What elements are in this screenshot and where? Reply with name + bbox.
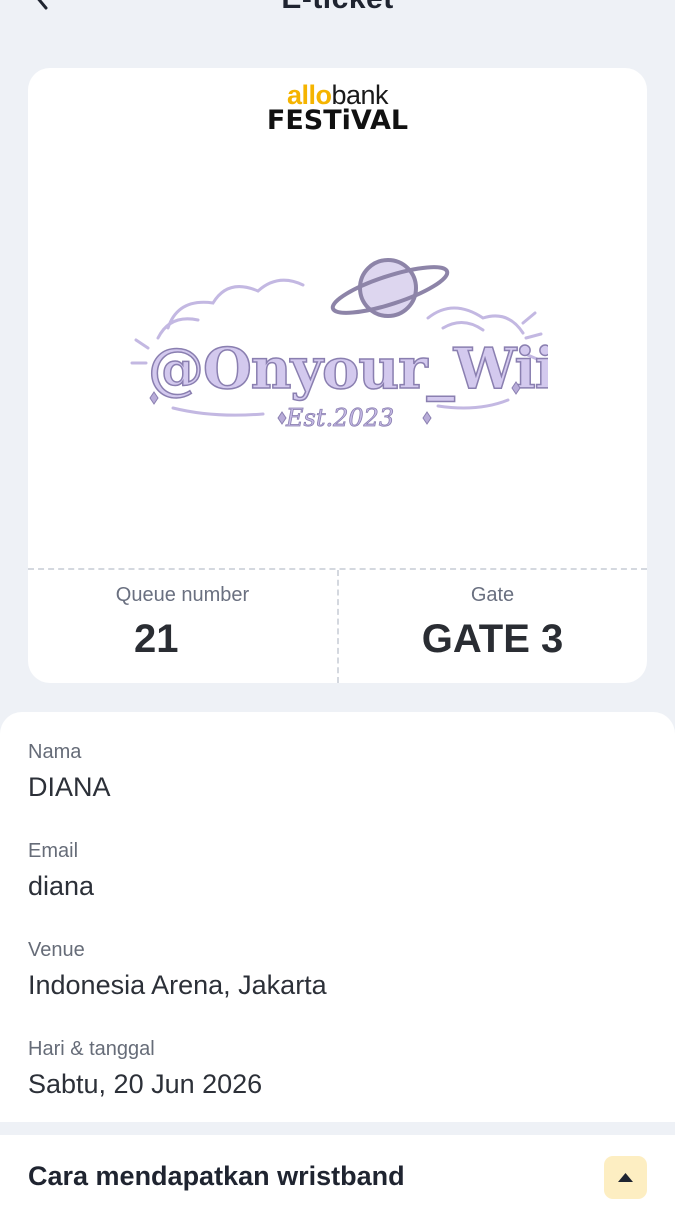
gate: Gate GATE 3 <box>338 584 647 662</box>
field-value: DIANA <box>28 772 111 802</box>
field-venue: Venue Indonesia Arena, Jakarta <box>28 939 327 1001</box>
attendee-details: Nama DIANA Email diana Venue Indonesia A… <box>0 712 675 1122</box>
field-value: Indonesia Arena, Jakarta <box>28 970 327 1000</box>
gate-label: Gate <box>470 584 515 606</box>
field-value: Sabtu, 20 Jun 2026 <box>28 1069 263 1099</box>
caret-up-icon <box>618 1173 633 1182</box>
queue-number-label: Queue number <box>115 584 250 606</box>
wristband-toggle-button[interactable] <box>604 1156 647 1199</box>
queue-number: Queue number 21 <box>28 584 337 662</box>
brand-festival-text: FESTiVAL <box>266 105 409 136</box>
top-app-bar: E-ticket <box>0 0 675 40</box>
field-value: diana <box>28 871 95 901</box>
event-artwork: @Onyour_Wiin Est.2023 <box>130 258 548 432</box>
field-label: Venue <box>28 939 85 961</box>
wristband-section[interactable]: Cara mendapatkan wristband <box>0 1135 675 1215</box>
ticket-card: allobank FESTiVAL @Onyour_Wiin Est.2023 <box>28 68 647 683</box>
field-date: Hari & tanggal Sabtu, 20 Jun 2026 <box>28 1038 262 1100</box>
artwork-handle-text: @Onyour_Wiin <box>148 336 548 402</box>
field-label: Nama <box>28 741 82 763</box>
field-label: Hari & tanggal <box>28 1038 155 1060</box>
planet-icon <box>330 258 450 318</box>
queue-number-value: 21 <box>134 617 179 661</box>
page-title: E-ticket <box>0 0 675 16</box>
allobank-festival-logo: allobank FESTiVAL <box>28 82 647 136</box>
field-nama: Nama DIANA <box>28 741 111 803</box>
wristband-title: Cara mendapatkan wristband <box>28 1161 405 1191</box>
gate-value: GATE 3 <box>421 617 564 661</box>
field-label: Email <box>28 840 79 862</box>
artwork-est-text: Est.2023 <box>285 404 394 432</box>
field-email: Email diana <box>28 840 94 902</box>
